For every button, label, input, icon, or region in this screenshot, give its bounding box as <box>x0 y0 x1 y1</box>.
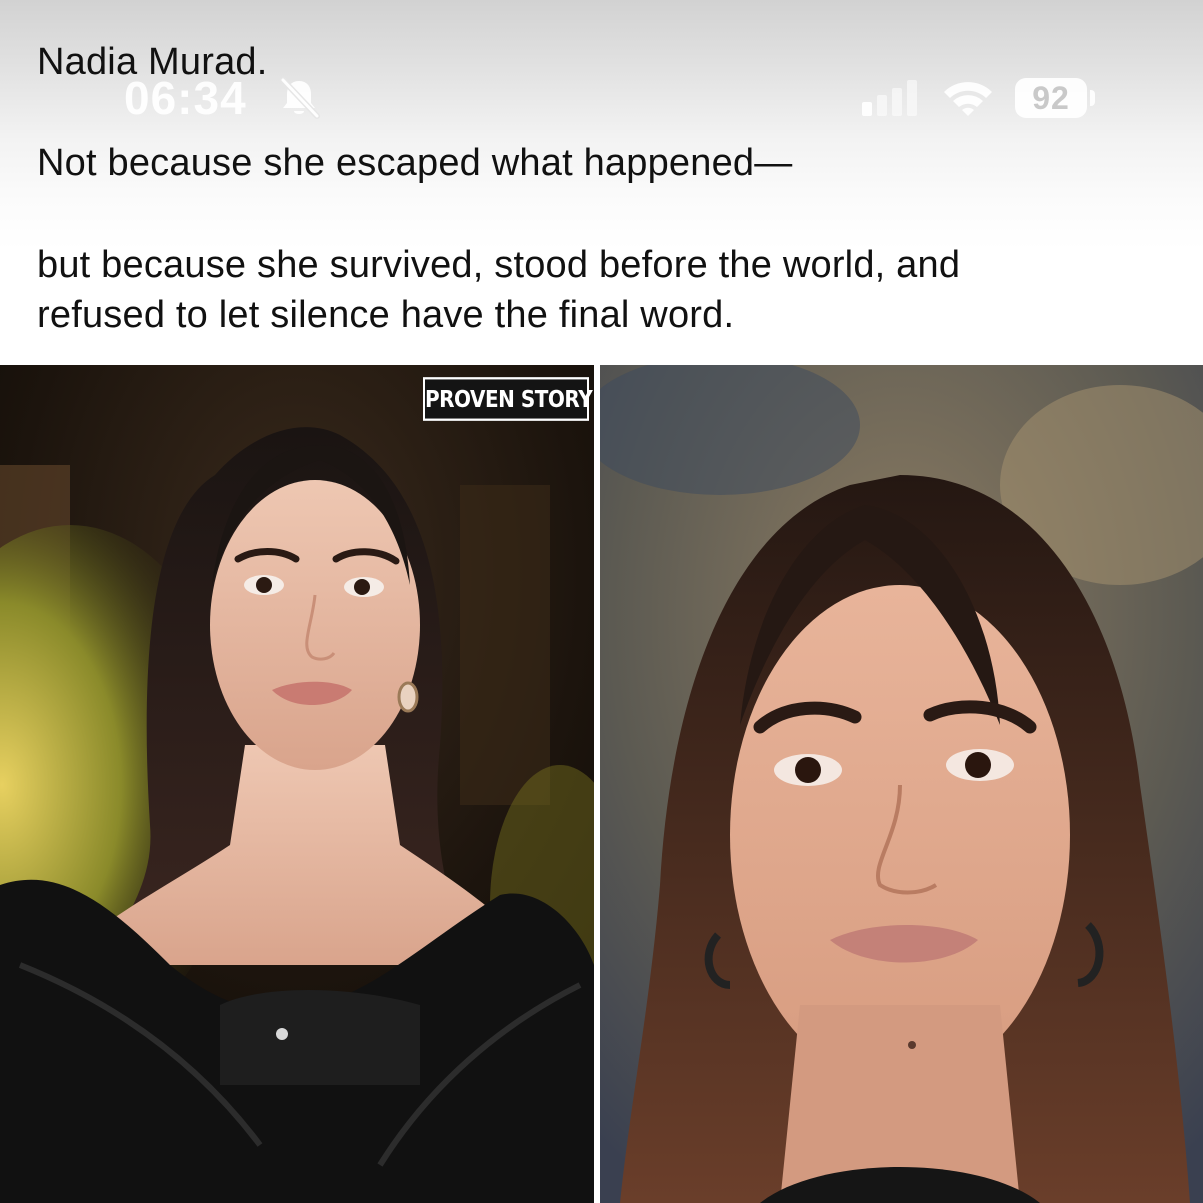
post-line-title: Nadia Murad. <box>37 41 268 83</box>
portrait-photo-left[interactable] <box>0 365 594 1203</box>
post-line: Not because she escaped what happened— <box>37 142 793 184</box>
post-line: but because she survived, stood before t… <box>37 244 961 286</box>
proven-story-watermark: PROVEN STORY <box>423 377 593 421</box>
portrait-photo-right[interactable] <box>600 365 1203 1203</box>
photo-collage[interactable]: PROVEN STORY <box>0 365 1203 1203</box>
screenshot-screen: Nadia Murad. Not because she escaped wha… <box>0 0 1203 1203</box>
post-text-block: Nadia Murad. Not because she escaped wha… <box>0 0 1203 365</box>
post-line: refused to let silence have the final wo… <box>37 294 735 336</box>
